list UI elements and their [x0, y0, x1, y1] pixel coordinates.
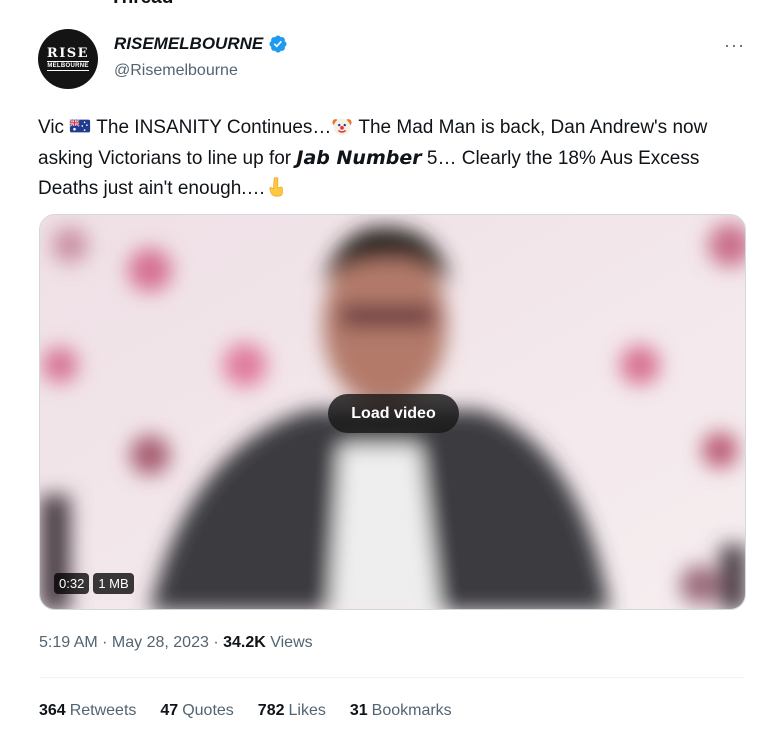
views-count: 34.2K — [223, 634, 266, 651]
meta-separator: · — [208, 634, 224, 651]
name-row: RISEMELBOURNE — [114, 34, 288, 54]
tweet-text: Vic The INSANITY Continues… The Mad Man … — [38, 113, 738, 204]
tweet-date[interactable]: May 28, 2023 — [112, 634, 209, 651]
load-video-button[interactable]: Load video — [328, 394, 459, 433]
stat-count: 364 — [39, 702, 66, 719]
clown-face-icon — [332, 118, 353, 136]
video-duration-badge: 0:32 — [54, 573, 90, 594]
point-down-icon — [268, 177, 283, 197]
verified-badge-icon — [269, 35, 287, 53]
tweet-text-bold-italic: 𝙅𝙖𝙗 𝙉𝙪𝙢𝙗𝙚𝙧 — [296, 147, 422, 169]
tweet-meta: 5:19 AM · May 28, 2023 · 34.2K Views — [39, 634, 313, 652]
stat-label: Likes — [288, 702, 326, 719]
meta-separator: · — [97, 634, 112, 651]
retweets-stat[interactable]: 364 Retweets — [39, 702, 136, 720]
stat-count: 782 — [257, 702, 285, 719]
tweet-header: RISE MELBOURNE RISEMELBOURNE @Risemelbou… — [38, 29, 763, 89]
thread-header-title: Thread — [110, 0, 173, 9]
tweet-time[interactable]: 5:19 AM — [39, 634, 98, 651]
more-options-icon[interactable]: ··· — [724, 35, 745, 56]
quotes-stat[interactable]: 47 Quotes — [160, 702, 233, 720]
divider — [39, 677, 745, 678]
stat-label: Retweets — [69, 702, 137, 719]
video-badges: 0:32 1 MB — [54, 573, 134, 594]
views-label: Views — [265, 634, 313, 651]
stat-label: Bookmarks — [371, 702, 452, 719]
avatar-melbourne-text: MELBOURNE — [47, 61, 89, 71]
australia-flag-icon — [69, 118, 91, 133]
stat-label: Quotes — [182, 702, 234, 719]
display-name[interactable]: RISEMELBOURNE — [114, 34, 263, 54]
video-size-badge: 1 MB — [93, 573, 134, 594]
tweet-text-part: Vic — [38, 117, 70, 138]
user-handle[interactable]: @Risemelbourne — [114, 62, 238, 80]
stat-count: 47 — [160, 702, 179, 719]
stat-count: 31 — [349, 702, 368, 719]
bookmarks-stat[interactable]: 31 Bookmarks — [350, 702, 452, 720]
likes-stat[interactable]: 782 Likes — [258, 702, 326, 720]
engagement-stats: 364 Retweets 47 Quotes 782 Likes 31 Bookmark… — [39, 702, 452, 720]
tweet-text-part: The INSANITY Continues… — [91, 117, 332, 138]
avatar[interactable]: RISE MELBOURNE — [38, 29, 98, 89]
avatar-rise-text: RISE — [46, 46, 90, 61]
